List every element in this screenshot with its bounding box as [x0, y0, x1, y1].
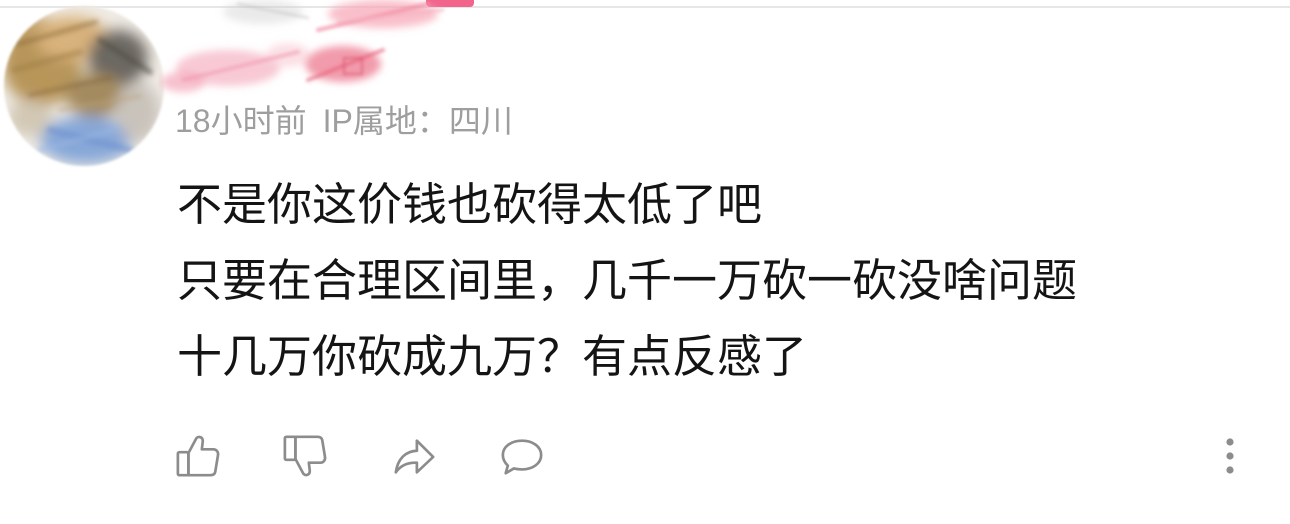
comment-line: 十几万你砍成九万？有点反感了 [177, 331, 808, 382]
share-icon [394, 439, 435, 474]
redacted-username[interactable] [158, 0, 458, 100]
avatar-image [4, 6, 164, 166]
like-button[interactable] [170, 428, 226, 484]
more-vertical-icon [1226, 438, 1234, 474]
share-button[interactable] [386, 428, 442, 484]
more-options-button[interactable] [1208, 428, 1252, 484]
thumbs-up-icon [176, 435, 220, 477]
author-avatar[interactable] [0, 0, 172, 172]
comment-line: 只要在合理区间里，几千一万砍一砍没啥问题 [177, 255, 1078, 306]
thumbs-down-icon [283, 435, 327, 477]
username-redaction-paint [161, 0, 445, 92]
ip-location: IP属地：四川 [322, 103, 513, 139]
comment-icon [501, 439, 543, 475]
comment-line: 不是你这价钱也砍得太低了吧 [177, 179, 763, 230]
reply-button[interactable] [494, 428, 550, 484]
dislike-button[interactable] [277, 428, 333, 484]
comment-time: 18小时前 [175, 103, 307, 139]
comment-body: 不是你这价钱也砍得太低了吧 只要在合理区间里，几千一万砍一砍没啥问题 十几万你砍… [177, 167, 1077, 395]
comment-meta: 18小时前 IP属地：四川 [175, 101, 513, 141]
